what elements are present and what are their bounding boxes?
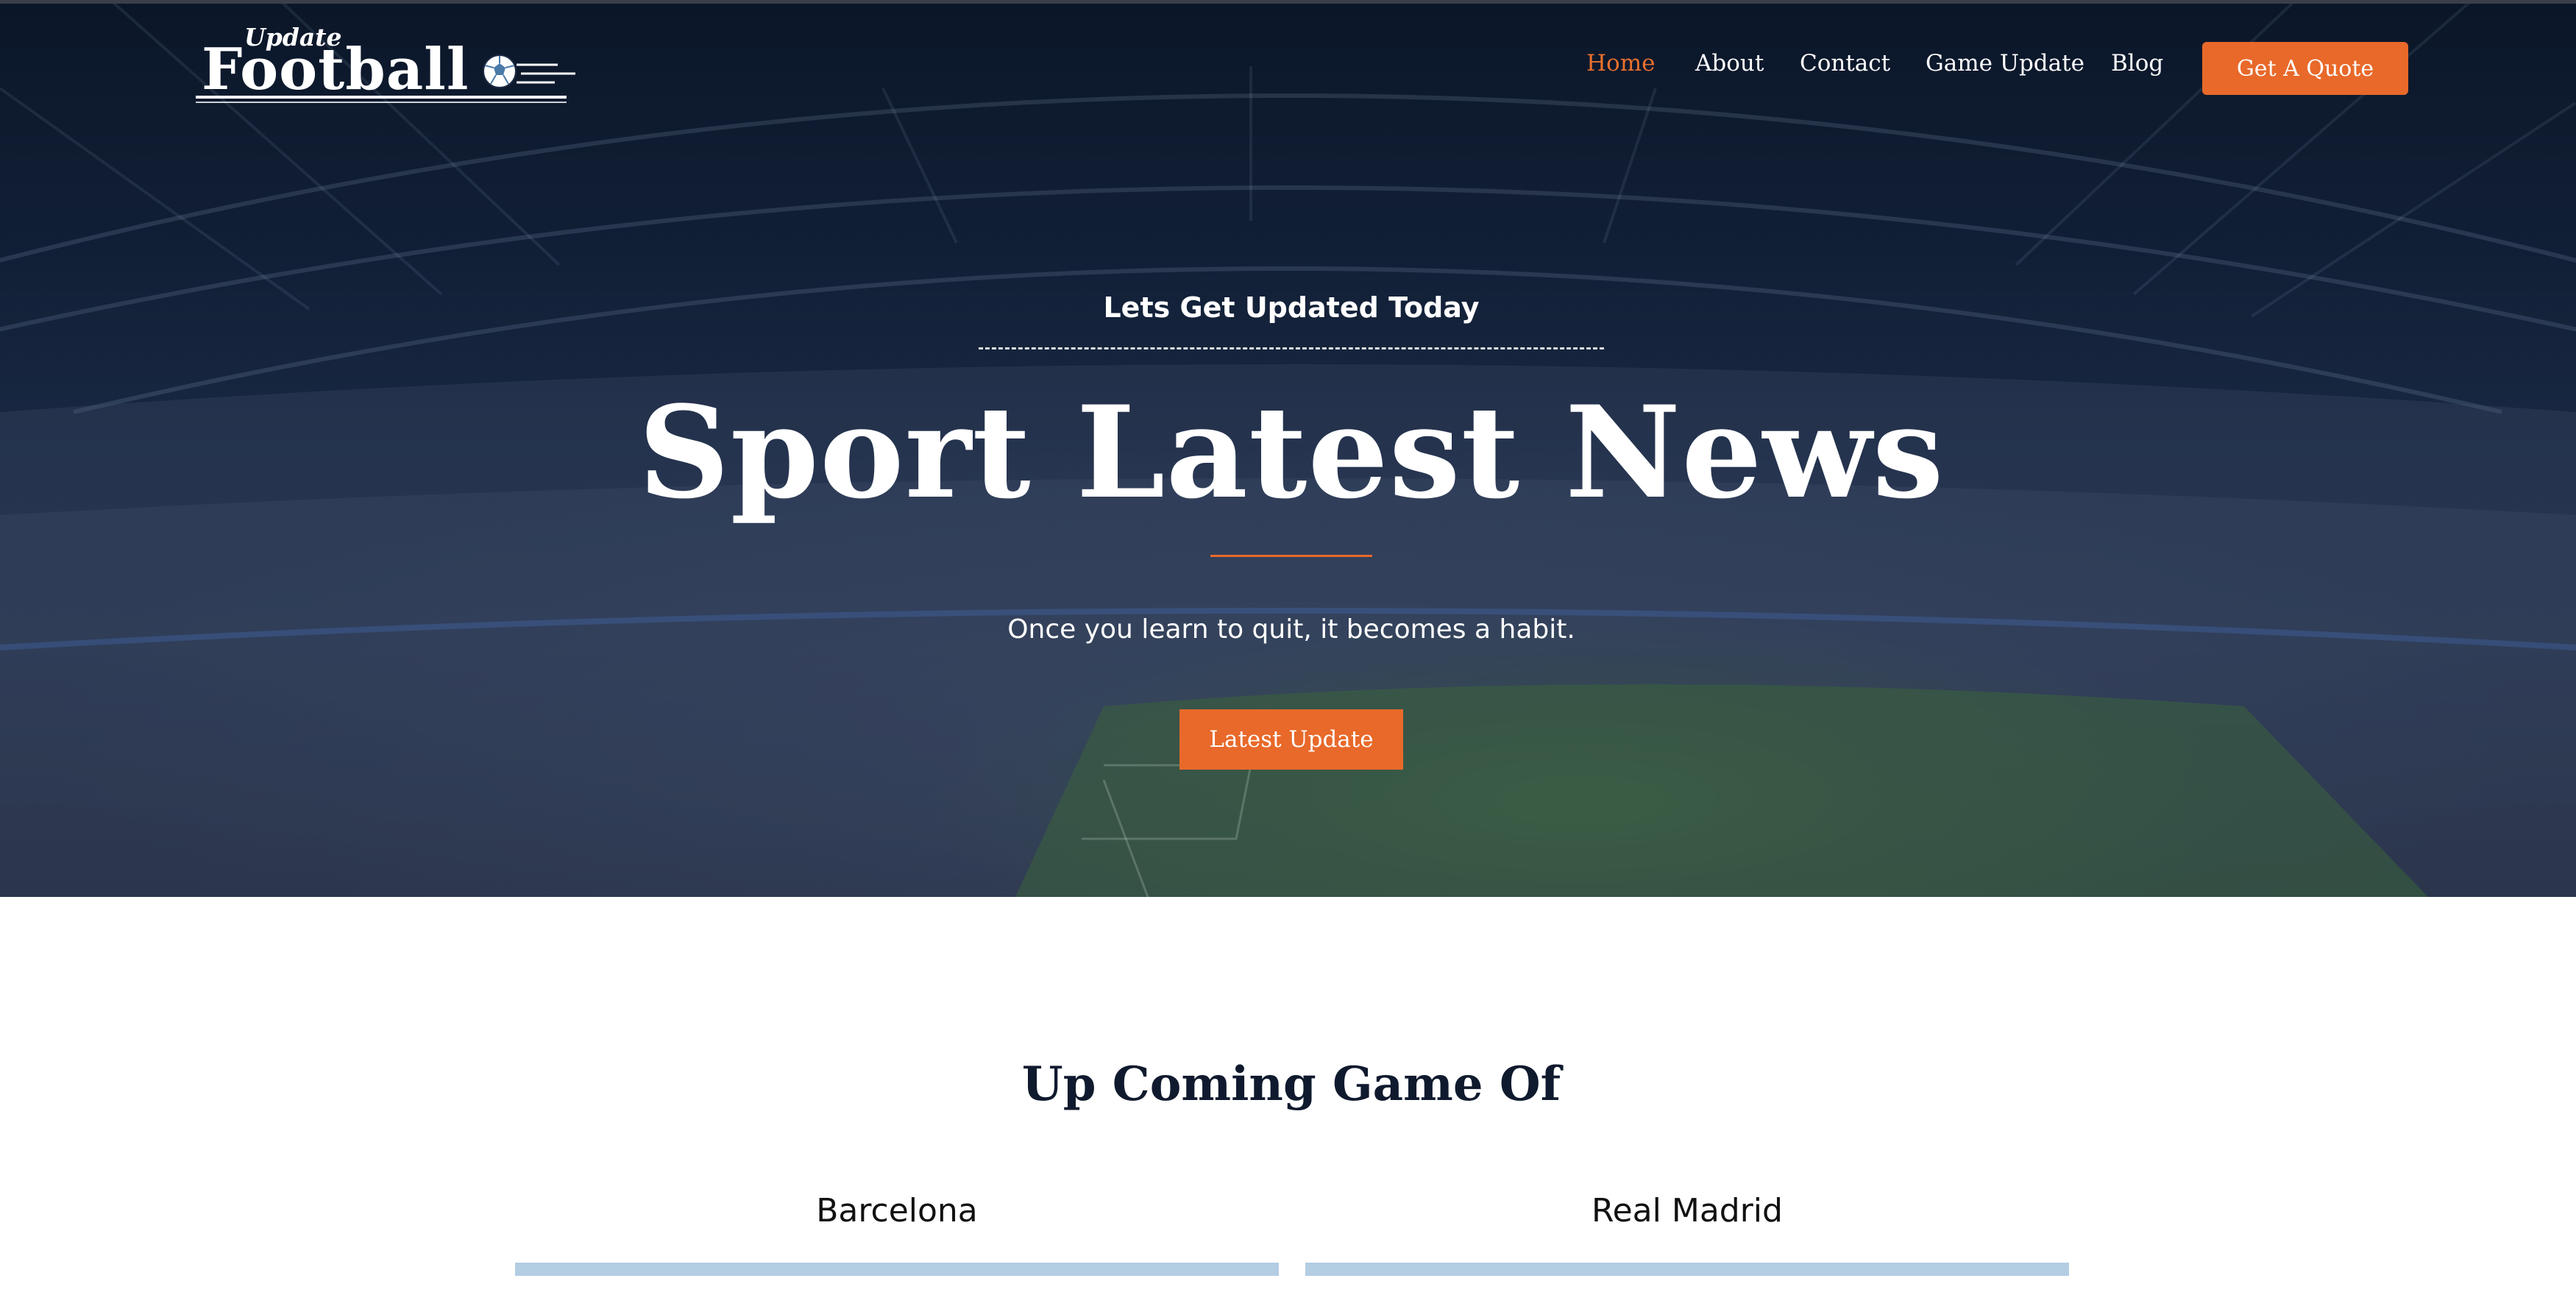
site-logo[interactable]: Update Football (193, 21, 575, 109)
logo-underline (196, 96, 567, 99)
hero-kicker: Lets Get Updated Today (1103, 291, 1480, 324)
team-bar-away (1305, 1263, 2069, 1276)
speed-lines-icon (517, 63, 575, 84)
logo-underline-thin (196, 102, 567, 103)
logo-main-text: Football (202, 36, 469, 103)
hero-section: Update Football Home About Contact Game … (0, 0, 2576, 897)
team-bar-home (515, 1263, 1279, 1276)
team-name-home: Barcelona (816, 1192, 978, 1230)
kicker-divider (979, 347, 1604, 350)
browser-top-edge (0, 0, 2576, 4)
nav-about[interactable]: About (1695, 50, 1764, 77)
latest-update-button[interactable]: Latest Update (1179, 709, 1403, 770)
nav-contact[interactable]: Contact (1800, 50, 1890, 77)
title-accent-line (1210, 555, 1372, 557)
upcoming-title: Up Coming Game Of (1021, 1057, 1561, 1112)
team-name-away: Real Madrid (1592, 1192, 1783, 1230)
get-a-quote-button[interactable]: Get A Quote (2202, 42, 2408, 95)
hero-title: Sport Latest News (638, 377, 1945, 527)
nav-blog[interactable]: Blog (2111, 50, 2163, 77)
soccer-ball-icon (483, 54, 517, 88)
nav-game-update[interactable]: Game Update (1926, 50, 2084, 77)
hero-subtitle: Once you learn to quit, it becomes a hab… (1007, 614, 1575, 645)
nav-home[interactable]: Home (1586, 50, 1655, 77)
